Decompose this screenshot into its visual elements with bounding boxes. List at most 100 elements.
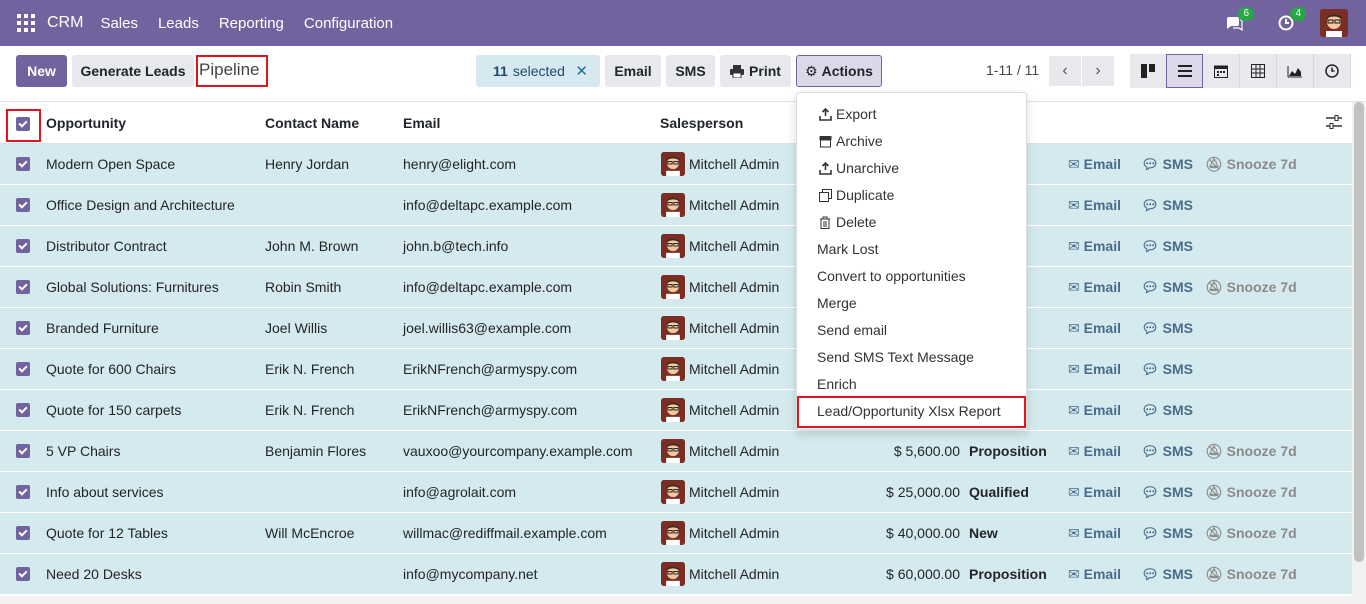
row-checkbox[interactable] — [16, 444, 30, 458]
action-menu-item[interactable]: Archive — [817, 131, 883, 151]
action-menu-item[interactable]: Send SMS Text Message — [817, 347, 974, 367]
table-row[interactable]: Quote for 150 carpets Erik N. French Eri… — [0, 390, 1352, 431]
row-checkbox[interactable] — [16, 403, 30, 417]
row-sms-action[interactable]: 💬︎ SMS — [1141, 320, 1193, 337]
row-checkbox[interactable] — [16, 239, 30, 253]
row-email-action[interactable]: ✉ Email — [1068, 320, 1121, 337]
action-menu-item[interactable]: Export — [817, 104, 876, 124]
row-snooze-action[interactable]: 🔕︎ Snooze 7d — [1205, 156, 1297, 173]
row-sms-action[interactable]: 💬︎ SMS — [1141, 402, 1193, 419]
pager-value[interactable]: 1-11 / 11 — [986, 62, 1039, 78]
row-snooze-action[interactable]: 🔕︎ Snooze 7d — [1205, 443, 1297, 460]
calendar-view-button[interactable] — [1203, 54, 1240, 88]
row-sms-action[interactable]: 💬︎ SMS — [1141, 238, 1193, 255]
activity-clock-icon[interactable]: 4 — [1272, 7, 1306, 37]
snooze-bell-slash-icon: 🔕︎ — [1205, 565, 1223, 582]
row-sms-action[interactable]: 💬︎ SMS — [1141, 156, 1193, 173]
menu-configuration[interactable]: Configuration — [294, 15, 403, 32]
table-row[interactable]: Distributor Contract John M. Brown john.… — [0, 226, 1352, 267]
stage: Proposition — [969, 566, 1047, 582]
row-snooze-action[interactable]: 🔕︎ Snooze 7d — [1205, 484, 1297, 501]
salesperson-name: Mitchell Admin — [689, 566, 780, 582]
row-email-action[interactable]: ✉ Email — [1068, 279, 1121, 296]
chat-icon[interactable]: 6 — [1220, 7, 1254, 37]
row-sms-action[interactable]: 💬︎ SMS — [1141, 197, 1193, 214]
table-row[interactable]: Quote for 600 Chairs Erik N. French Erik… — [0, 349, 1352, 390]
row-email-action[interactable]: ✉ Email — [1068, 361, 1121, 378]
action-menu-item[interactable]: Merge — [817, 293, 857, 313]
kanban-view-button[interactable] — [1130, 54, 1167, 88]
table-row[interactable]: Branded Furniture Joel Willis joel.willi… — [0, 308, 1352, 349]
generate-leads-button[interactable]: Generate Leads — [72, 55, 194, 87]
row-checkbox[interactable] — [16, 567, 30, 581]
graph-view-button[interactable] — [1277, 54, 1314, 88]
row-checkbox[interactable] — [16, 362, 30, 376]
action-menu-item[interactable]: Duplicate — [817, 185, 894, 205]
row-sms-action[interactable]: 💬︎ SMS — [1141, 279, 1193, 296]
new-button[interactable]: New — [16, 55, 67, 87]
app-brand[interactable]: CRM — [47, 14, 83, 32]
row-sms-action[interactable]: 💬︎ SMS — [1141, 484, 1193, 501]
actions-button[interactable]: ⚙ Actions — [796, 55, 882, 87]
row-sms-action[interactable]: 💬︎ SMS — [1141, 361, 1193, 378]
row-sms-action[interactable]: 💬︎ SMS — [1141, 443, 1193, 460]
menu-leads[interactable]: Leads — [148, 15, 209, 32]
action-menu-item[interactable]: Send email — [817, 320, 887, 340]
row-sms-label: SMS — [1162, 278, 1194, 295]
print-label: Print — [749, 63, 781, 79]
column-salesperson[interactable]: Salesperson — [660, 115, 743, 131]
breadcrumb[interactable]: Pipeline — [199, 60, 260, 80]
vertical-scrollbar[interactable] — [1354, 102, 1364, 562]
menu-reporting[interactable]: Reporting — [209, 15, 294, 32]
column-email[interactable]: Email — [403, 115, 440, 131]
row-email-action[interactable]: ✉ Email — [1068, 443, 1121, 460]
action-menu-item[interactable]: Enrich — [817, 374, 857, 394]
pager-previous-button[interactable]: ‹ — [1049, 56, 1081, 86]
email-button[interactable]: Email — [605, 55, 661, 87]
row-sms-action[interactable]: 💬︎ SMS — [1141, 566, 1193, 583]
table-row[interactable]: Office Design and Architecture info@delt… — [0, 185, 1352, 226]
table-row[interactable]: Modern Open Space Henry Jordan henry@eli… — [0, 144, 1352, 185]
row-checkbox[interactable] — [16, 526, 30, 540]
pivot-view-button[interactable] — [1240, 54, 1277, 88]
row-snooze-action[interactable]: 🔕︎ Snooze 7d — [1205, 279, 1297, 296]
select-all-checkbox[interactable] — [16, 117, 30, 131]
activity-view-button[interactable] — [1314, 54, 1351, 88]
row-email-action[interactable]: ✉ Email — [1068, 566, 1121, 583]
row-checkbox[interactable] — [16, 321, 30, 335]
table-row[interactable]: Global Solutions: Furnitures Robin Smith… — [0, 267, 1352, 308]
row-email-action[interactable]: ✉ Email — [1068, 484, 1121, 501]
action-menu-item[interactable]: Unarchive — [817, 158, 899, 178]
apps-grid-icon[interactable] — [17, 14, 35, 32]
column-opportunity[interactable]: Opportunity — [46, 115, 126, 131]
clear-selection-icon[interactable]: ✕ — [575, 62, 588, 80]
action-menu-item[interactable]: Mark Lost — [817, 239, 878, 259]
menu-sales[interactable]: Sales — [90, 15, 148, 32]
horizontal-scrollbar[interactable] — [0, 596, 1352, 604]
row-email-action[interactable]: ✉ Email — [1068, 525, 1121, 542]
row-checkbox[interactable] — [16, 198, 30, 212]
row-checkbox[interactable] — [16, 280, 30, 294]
table-row[interactable]: 5 VP Chairs Benjamin Flores vauxoo@yourc… — [0, 431, 1352, 472]
user-avatar[interactable] — [1320, 9, 1348, 37]
row-email-action[interactable]: ✉ Email — [1068, 402, 1121, 419]
pager-next-button[interactable]: › — [1082, 56, 1114, 86]
row-snooze-action[interactable]: 🔕︎ Snooze 7d — [1205, 566, 1297, 583]
action-menu-item[interactable]: Convert to opportunities — [817, 266, 966, 286]
row-sms-action[interactable]: 💬︎ SMS — [1141, 525, 1193, 542]
action-menu-item[interactable]: Delete — [817, 212, 876, 232]
column-contact-name[interactable]: Contact Name — [265, 115, 359, 131]
row-checkbox[interactable] — [16, 485, 30, 499]
list-view-button[interactable] — [1166, 54, 1203, 88]
row-snooze-action[interactable]: 🔕︎ Snooze 7d — [1205, 525, 1297, 542]
table-row[interactable]: Info about services info@agrolait.com Mi… — [0, 472, 1352, 513]
row-checkbox[interactable] — [16, 157, 30, 171]
optional-columns-icon[interactable] — [1326, 115, 1342, 132]
row-email-action[interactable]: ✉ Email — [1068, 238, 1121, 255]
table-row[interactable]: Need 20 Desks info@mycompany.net Mitchel… — [0, 554, 1352, 595]
row-email-action[interactable]: ✉ Email — [1068, 197, 1121, 214]
print-button[interactable]: Print — [720, 55, 791, 87]
table-row[interactable]: Quote for 12 Tables Will McEncroe willma… — [0, 513, 1352, 554]
sms-button[interactable]: SMS — [666, 55, 715, 87]
row-email-action[interactable]: ✉ Email — [1068, 156, 1121, 173]
